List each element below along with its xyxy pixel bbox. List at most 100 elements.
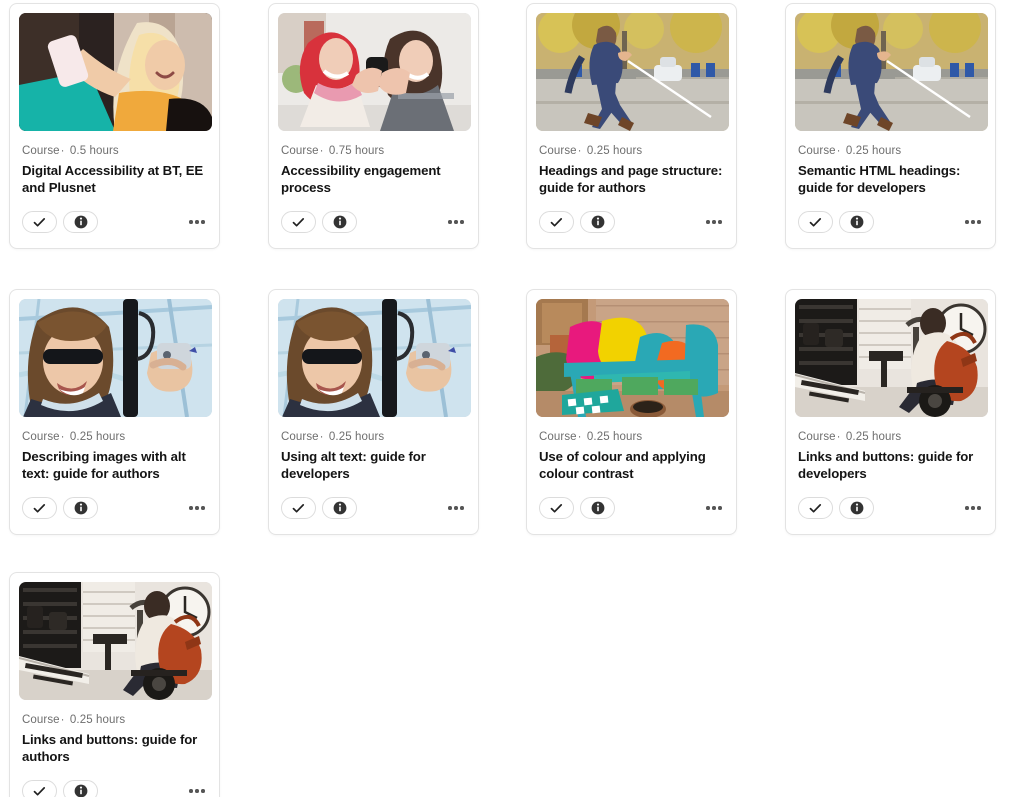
course-overflow-menu-button[interactable] [187, 214, 207, 230]
course-card-actions [10, 482, 219, 534]
course-card-actions [786, 196, 995, 248]
info-icon [74, 215, 87, 229]
course-thumbnail-image [795, 13, 988, 131]
course-meta: Course· 0.25 hours [281, 430, 466, 444]
course-duration-label: 0.25 hours [586, 145, 643, 157]
course-overflow-menu-button[interactable] [446, 500, 466, 516]
course-card-body: Course· 0.75 hours Accessibility engagem… [269, 131, 478, 196]
check-icon [550, 217, 563, 227]
more-options-icon [706, 220, 710, 224]
more-options-icon [189, 789, 193, 793]
mark-complete-button[interactable] [798, 497, 833, 519]
more-options-icon [201, 220, 205, 224]
mark-complete-button[interactable] [798, 211, 833, 233]
check-icon [292, 503, 305, 513]
check-icon [33, 786, 46, 796]
course-card-body: Course· 0.25 hours Use of colour and app… [527, 417, 736, 482]
more-options-icon [971, 220, 975, 224]
course-duration-label: 0.75 hours [328, 145, 385, 157]
course-card[interactable]: Course· 0.25 hours Using alt text: guide… [268, 289, 479, 535]
course-card-body: Course· 0.25 hours Links and buttons: gu… [786, 417, 995, 482]
info-icon [850, 501, 863, 515]
course-title: Using alt text: guide for developers [281, 449, 426, 481]
course-overflow-menu-button[interactable] [963, 500, 983, 516]
meta-separator: · [836, 431, 841, 443]
course-card[interactable]: Course· 0.25 hours Use of colour and app… [526, 289, 737, 535]
course-type-label: Course [798, 431, 836, 443]
course-thumbnail-wrap [269, 290, 478, 417]
mark-complete-button[interactable] [22, 211, 57, 233]
course-overflow-menu-button[interactable] [704, 214, 724, 230]
course-card[interactable]: Course· 0.25 hours Headings and page str… [526, 3, 737, 249]
course-duration-label: 0.25 hours [328, 431, 385, 443]
course-card[interactable]: Course· 0.5 hours Digital Accessibility … [9, 3, 220, 249]
course-type-label: Course [281, 431, 319, 443]
course-type-label: Course [22, 431, 60, 443]
meta-separator: · [60, 145, 65, 157]
course-duration-label: 0.5 hours [69, 145, 119, 157]
more-options-icon [718, 220, 722, 224]
course-info-button[interactable] [839, 497, 874, 519]
course-card[interactable]: Course· 0.75 hours Accessibility engagem… [268, 3, 479, 249]
course-thumbnail-wrap [527, 4, 736, 131]
course-meta: Course· 0.25 hours [539, 430, 724, 444]
check-icon [550, 503, 563, 513]
course-overflow-menu-button[interactable] [446, 214, 466, 230]
course-card[interactable]: Course· 0.25 hours Links and buttons: gu… [9, 572, 220, 797]
meta-separator: · [836, 145, 841, 157]
course-card-grid: Course· 0.5 hours Digital Accessibility … [0, 0, 1024, 797]
course-info-button[interactable] [839, 211, 874, 233]
course-overflow-menu-button[interactable] [187, 783, 207, 797]
mark-complete-button[interactable] [281, 211, 316, 233]
more-options-icon [977, 220, 981, 224]
course-overflow-menu-button[interactable] [963, 214, 983, 230]
more-options-icon [201, 789, 205, 793]
course-info-button[interactable] [63, 497, 98, 519]
course-meta: Course· 0.25 hours [798, 144, 983, 158]
course-thumbnail-wrap [10, 4, 219, 131]
meta-separator: · [577, 431, 582, 443]
more-options-icon [977, 506, 981, 510]
course-info-button[interactable] [63, 211, 98, 233]
course-info-button[interactable] [580, 497, 615, 519]
course-card-actions [786, 482, 995, 534]
course-overflow-menu-button[interactable] [704, 500, 724, 516]
course-info-button[interactable] [580, 211, 615, 233]
more-options-icon [195, 220, 199, 224]
course-thumbnail-wrap [786, 290, 995, 417]
course-title: Describing images with alt text: guide f… [22, 449, 186, 481]
course-card-body: Course· 0.25 hours Links and buttons: gu… [10, 700, 219, 765]
course-title: Links and buttons: guide for developers [798, 449, 974, 481]
course-card[interactable]: Course· 0.25 hours Links and buttons: gu… [785, 289, 996, 535]
info-icon [74, 501, 87, 515]
course-card[interactable]: Course· 0.25 hours Describing images wit… [9, 289, 220, 535]
course-thumbnail-image [19, 13, 212, 131]
course-info-button[interactable] [322, 497, 357, 519]
course-duration-label: 0.25 hours [69, 714, 126, 726]
more-options-icon [965, 220, 969, 224]
course-duration-label: 0.25 hours [586, 431, 643, 443]
mark-complete-button[interactable] [281, 497, 316, 519]
more-options-icon [712, 506, 716, 510]
mark-complete-button[interactable] [539, 211, 574, 233]
mark-complete-button[interactable] [22, 780, 57, 797]
course-overflow-menu-button[interactable] [187, 500, 207, 516]
meta-separator: · [60, 431, 65, 443]
course-card-body: Course· 0.25 hours Describing images wit… [10, 417, 219, 482]
more-options-icon [712, 220, 716, 224]
more-options-icon [971, 506, 975, 510]
mark-complete-button[interactable] [539, 497, 574, 519]
course-card-body: Course· 0.25 hours Using alt text: guide… [269, 417, 478, 482]
mark-complete-button[interactable] [22, 497, 57, 519]
course-type-label: Course [539, 145, 577, 157]
course-info-button[interactable] [322, 211, 357, 233]
course-thumbnail-image [278, 299, 471, 417]
course-card-body: Course· 0.5 hours Digital Accessibility … [10, 131, 219, 196]
course-title: Accessibility engagement process [281, 163, 441, 195]
course-card-actions [10, 765, 219, 797]
course-card[interactable]: Course· 0.25 hours Semantic HTML heading… [785, 3, 996, 249]
course-info-button[interactable] [63, 780, 98, 797]
check-icon [33, 217, 46, 227]
info-icon [591, 215, 604, 229]
course-title: Use of colour and applying colour contra… [539, 449, 706, 481]
